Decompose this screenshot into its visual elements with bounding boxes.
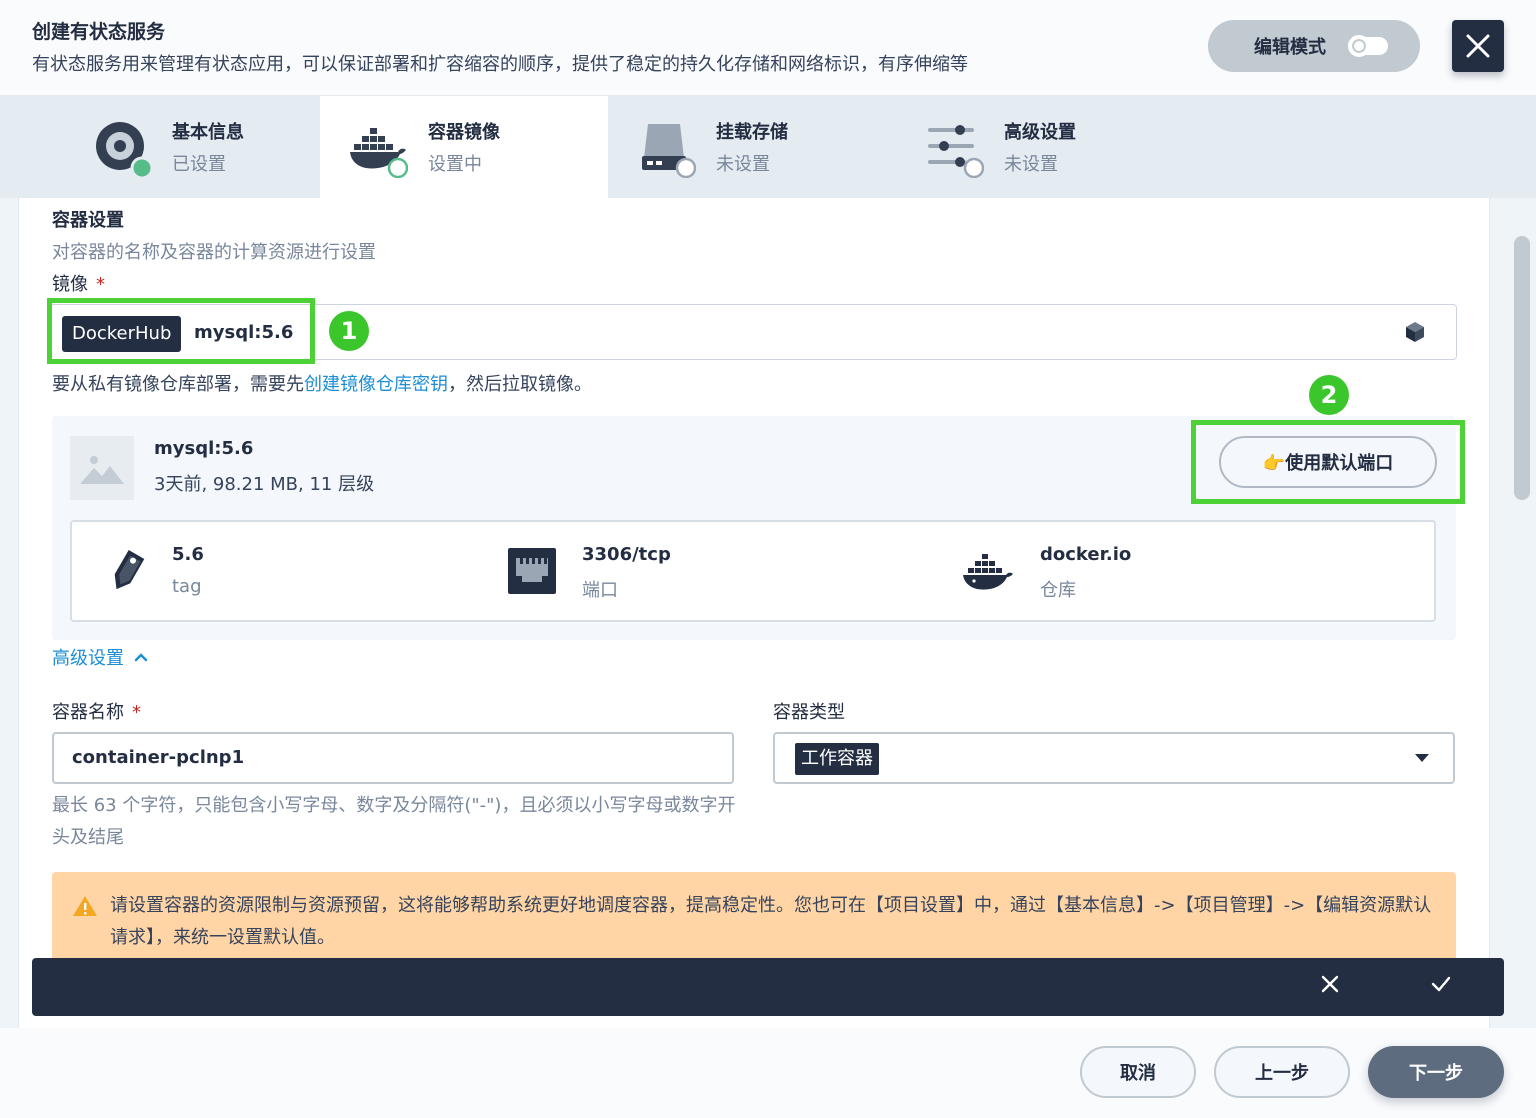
container-name-label: 容器名称 * — [52, 698, 141, 724]
section-title: 容器设置 — [52, 210, 124, 231]
tab-advanced-settings[interactable]: 高级设置 未设置 — [896, 96, 1184, 198]
edit-mode-toggle[interactable]: 编辑模式 — [1208, 20, 1420, 72]
image-label: 镜像 * — [52, 270, 105, 296]
toggle-knob — [1348, 35, 1370, 57]
chevron-up-icon — [134, 653, 148, 662]
highlight-box-1 — [47, 298, 315, 364]
image-icon — [80, 456, 124, 484]
hint-suffix: ，然后拉取镜像。 — [448, 374, 592, 395]
confirm-icon[interactable] — [1430, 972, 1452, 1000]
annotation-badge-2: 2 — [1309, 375, 1349, 415]
cancel-button[interactable]: 取消 — [1080, 1046, 1196, 1098]
step-title: 容器镜像 — [428, 122, 500, 143]
warning-icon — [73, 896, 97, 916]
step-title: 基本信息 — [172, 122, 244, 143]
step-tabs: 基本信息 已设置 容器镜像 设置中 挂载存储 未设置 高级设置 未设置 — [0, 96, 1536, 198]
section-description: 对容器的名称及容器的计算资源进行设置 — [52, 242, 376, 263]
required-mark: * — [132, 702, 141, 723]
tag-label: tag — [172, 576, 202, 597]
storage-icon — [642, 124, 696, 178]
close-button[interactable] — [1452, 20, 1504, 72]
caret-down-icon — [1415, 754, 1429, 762]
tab-container-image[interactable]: 容器镜像 设置中 — [320, 96, 608, 198]
step-title: 挂载存储 — [716, 122, 788, 143]
image-name: mysql:5.6 — [154, 438, 254, 459]
create-registry-secret-link[interactable]: 创建镜像仓库密钥 — [304, 374, 448, 395]
container-type-value: 工作容器 — [795, 743, 879, 775]
previous-step-button[interactable]: 上一步 — [1214, 1046, 1350, 1098]
basic-info-icon — [96, 122, 152, 178]
container-name-label-text: 容器名称 — [52, 702, 124, 723]
tag-value: 5.6 — [172, 544, 204, 565]
image-meta: 3天前, 98.21 MB, 11 层级 — [154, 474, 375, 495]
docker-icon — [350, 128, 408, 178]
inline-action-bar — [32, 958, 1504, 1016]
step-status: 已设置 — [172, 154, 226, 175]
hint-prefix: 要从私有镜像仓库部署，需要先 — [52, 374, 304, 395]
use-default-port-button[interactable]: 👉使用默认端口 — [1219, 436, 1437, 488]
close-icon — [1466, 34, 1490, 58]
modal-title: 创建有状态服务 — [32, 21, 166, 43]
edit-mode-label: 编辑模式 — [1254, 37, 1326, 58]
next-step-button[interactable]: 下一步 — [1368, 1046, 1504, 1098]
toggle-switch[interactable] — [1348, 35, 1388, 57]
step-status: 未设置 — [716, 154, 770, 175]
container-name-input[interactable]: container-pclnp1 — [52, 732, 734, 784]
registry-value: docker.io — [1040, 544, 1132, 565]
container-type-select[interactable]: 工作容器 — [773, 732, 1455, 784]
annotation-badge-1: 1 — [329, 311, 369, 351]
modal-footer: 取消 上一步 下一步 — [0, 1028, 1536, 1118]
registry-label: 仓库 — [1040, 580, 1076, 601]
image-placeholder — [70, 436, 134, 500]
step-status: 设置中 — [428, 154, 482, 175]
port-value: 3306/tcp — [582, 544, 671, 565]
required-mark: * — [96, 274, 105, 295]
private-registry-hint: 要从私有镜像仓库部署，需要先创建镜像仓库密钥，然后拉取镜像。 — [52, 370, 592, 396]
modal-description: 有状态服务用来管理有状态应用，可以保证部署和扩容缩容的顺序，提供了稳定的持久化存… — [32, 54, 968, 75]
advanced-settings-toggle[interactable]: 高级设置 — [52, 644, 148, 670]
modal-header: 创建有状态服务 有状态服务用来管理有状态应用，可以保证部署和扩容缩容的顺序，提供… — [0, 0, 1536, 96]
docker-icon — [963, 554, 1013, 590]
scrollbar-thumb[interactable] — [1514, 236, 1530, 500]
warning-text: 请设置容器的资源限制与资源预留，这将能够帮助系统更好地调度容器，提高稳定性。您也… — [110, 895, 1432, 948]
container-type-label: 容器类型 — [773, 702, 845, 723]
sliders-icon — [928, 125, 984, 178]
image-label-text: 镜像 — [52, 274, 88, 295]
advanced-settings-label: 高级设置 — [52, 648, 124, 669]
form-content: 容器设置 对容器的名称及容器的计算资源进行设置 镜像 * DockerHub my… — [18, 198, 1490, 1028]
tab-basic-info[interactable]: 基本信息 已设置 — [32, 96, 320, 198]
step-title: 高级设置 — [1004, 122, 1076, 143]
image-info-box: 5.6 tag 3306/tcp 端口 docker.io 仓库 — [70, 520, 1436, 622]
ethernet-port-icon — [508, 548, 556, 594]
port-label: 端口 — [582, 580, 618, 601]
step-status: 未设置 — [1004, 154, 1058, 175]
dismiss-icon[interactable] — [1320, 972, 1340, 1000]
tab-mount-storage[interactable]: 挂载存储 未设置 — [608, 96, 896, 198]
tag-icon — [114, 550, 145, 590]
cube-icon[interactable] — [1404, 321, 1426, 343]
container-name-rule: 最长 63 个字符，只能包含小写字母、数字及分隔符("-")，且必须以小写字母或… — [52, 795, 736, 848]
